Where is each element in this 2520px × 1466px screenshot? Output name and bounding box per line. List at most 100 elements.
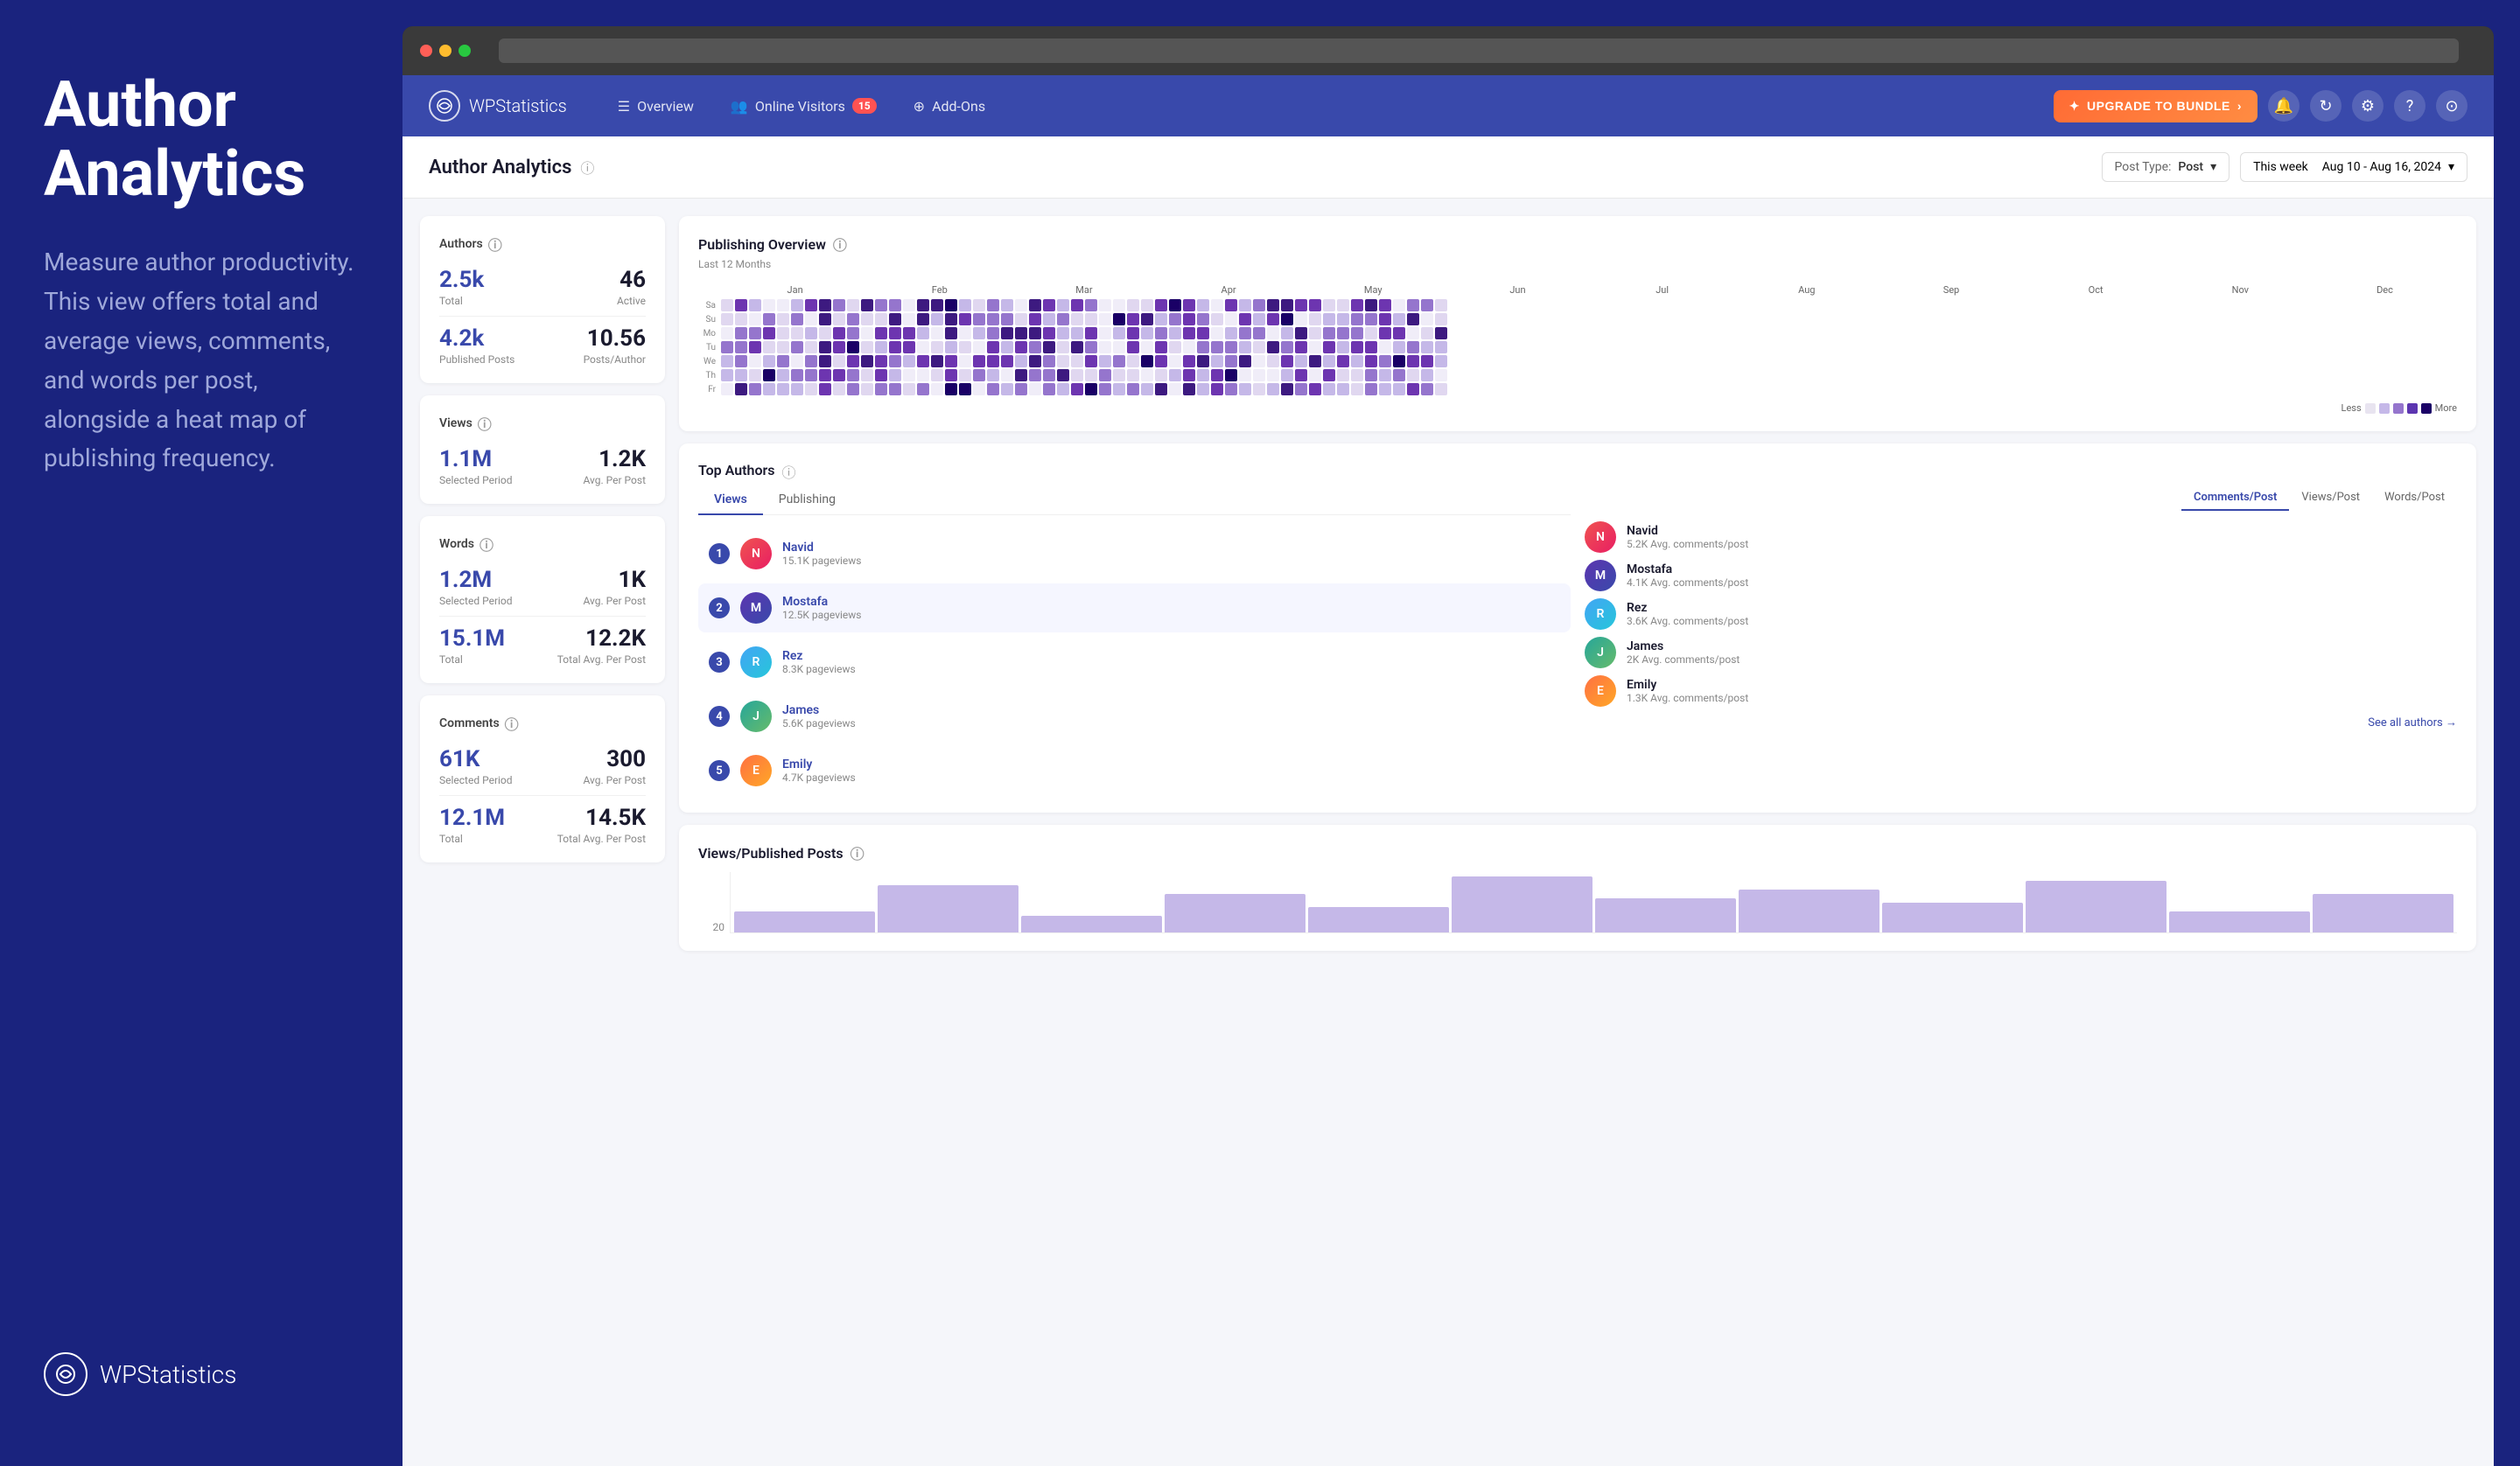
right-authors-list: N Navid 5.2K Avg. comments/post M Mostaf… [1585, 521, 2457, 707]
right-tab-views[interactable]: Views/Post [2289, 485, 2372, 511]
dashboard-grid: Authors ⓘ 2.5k Total 46 Active [402, 199, 2494, 1466]
words-info-icon[interactable]: ⓘ [480, 534, 494, 555]
publishing-info-icon[interactable]: ⓘ [833, 234, 847, 255]
main-area: Author Analytics ⓘ Post Type: Post ▾ Thi… [402, 136, 2494, 1466]
heatmap-cell [987, 369, 999, 381]
upgrade-button[interactable]: ✦ UPGRADE TO BUNDLE › [2054, 90, 2258, 122]
heatmap-cell [1001, 383, 1013, 395]
heatmap-cell [1239, 313, 1251, 325]
heatmap-cell [721, 341, 733, 353]
top-authors-title: Top Authors [698, 462, 775, 478]
date-range-control[interactable]: This week Aug 10 - Aug 16, 2024 ▾ [2240, 152, 2468, 182]
heatmap-cell [917, 313, 929, 325]
heatmap-row-tu: Tu [698, 341, 2457, 353]
heatmap-cell [875, 383, 887, 395]
page-title-info-icon[interactable]: ⓘ [580, 157, 594, 178]
user-icon[interactable]: ⊙ [2436, 90, 2468, 122]
upgrade-label: UPGRADE TO BUNDLE [2087, 99, 2230, 113]
heatmap-cell [1281, 369, 1293, 381]
heatmap-cell [1211, 341, 1223, 353]
left-author-row[interactable]: 4 J James 5.6K pageviews [698, 692, 1571, 741]
settings-icon[interactable]: ⚙ [2352, 90, 2384, 122]
help-icon[interactable]: ? [2394, 90, 2426, 122]
dot-red[interactable] [420, 45, 432, 57]
heatmap-cell [889, 327, 901, 339]
authors-total-label: Total [439, 295, 484, 307]
views-info-icon[interactable]: ⓘ [478, 413, 492, 434]
heatmap-cell [1435, 383, 1447, 395]
heatmap-cell [931, 299, 943, 311]
right-tab-words[interactable]: Words/Post [2372, 485, 2457, 511]
heatmap-row-sa: Sa [698, 299, 2457, 311]
heatmap-cell [1113, 383, 1125, 395]
refresh-icon[interactable]: ↻ [2310, 90, 2342, 122]
nav-item-online-visitors[interactable]: 👥 Online Visitors 15 [715, 91, 892, 122]
top-authors-info-icon[interactable]: ⓘ [782, 461, 796, 482]
nav-item-overview[interactable]: ☰ Overview [602, 91, 710, 122]
left-tabs-row: Views Publishing [698, 485, 1571, 515]
heatmap-cell [1155, 299, 1167, 311]
comments-total-avg-col: 14.5K Total Avg. Per Post [557, 805, 646, 845]
tab-publishing[interactable]: Publishing [763, 485, 851, 515]
heatmap-cell [777, 369, 789, 381]
heatmap-cell [1001, 341, 1013, 353]
heatmap-cell [945, 327, 957, 339]
heatmap-cell [931, 341, 943, 353]
heatmap-cell [1351, 313, 1363, 325]
chart-bar [2026, 881, 2166, 932]
left-author-row[interactable]: 1 N Navid 15.1K pageviews [698, 529, 1571, 578]
authors-active-value: 46 [620, 267, 646, 293]
heatmap-cell [1253, 383, 1265, 395]
heatmap-cell [1211, 299, 1223, 311]
month-label-may: May [1301, 284, 1446, 296]
tab-views[interactable]: Views [698, 485, 763, 515]
heatmap-cell [1435, 369, 1447, 381]
upgrade-icon: ✦ [2069, 99, 2080, 114]
views-published-info-icon[interactable]: ⓘ [850, 842, 864, 863]
heatmap-cell [1407, 369, 1419, 381]
see-all-link[interactable]: See all authors → [1585, 716, 2457, 730]
heatmap-cell [1127, 299, 1139, 311]
heatmap-cell [861, 299, 873, 311]
heatmap-cell [1351, 355, 1363, 367]
views-selected-value: 1.1M [439, 446, 513, 472]
notifications-icon[interactable]: 🔔 [2268, 90, 2300, 122]
heatmap-cell [1351, 299, 1363, 311]
heatmap-cell [1029, 383, 1041, 395]
heatmap-cell [1421, 341, 1433, 353]
heatmap-cell [777, 299, 789, 311]
heatmap-cell [1309, 327, 1321, 339]
comments-info-icon[interactable]: ⓘ [505, 713, 519, 734]
heatmap-cell [1239, 299, 1251, 311]
left-author-row[interactable]: 3 R Rez 8.3K pageviews [698, 638, 1571, 687]
right-tab-comments[interactable]: Comments/Post [2181, 485, 2289, 511]
heatmap-cell [1113, 327, 1125, 339]
left-author-row[interactable]: 2 M Mostafa 12.5K pageviews [698, 583, 1571, 632]
author-metric: 15.1K pageviews [782, 555, 1560, 567]
comments-row-2: 12.1M Total 14.5K Total Avg. Per Post [439, 805, 646, 845]
heatmap-cell [1029, 355, 1041, 367]
heatmap-cell [1183, 383, 1195, 395]
views-avg-col: 1.2K Avg. Per Post [583, 446, 646, 486]
views-selected-col: 1.1M Selected Period [439, 446, 513, 486]
browser-dots [420, 45, 471, 57]
heatmap-cell [1379, 355, 1391, 367]
comments-selected-col: 61K Selected Period [439, 746, 513, 786]
left-author-row[interactable]: 5 E Emily 4.7K pageviews [698, 746, 1571, 795]
heatmap-cell [833, 369, 845, 381]
heatmap-cell [1071, 383, 1083, 395]
dot-yellow[interactable] [439, 45, 452, 57]
authors-card-title: Authors ⓘ [439, 234, 646, 255]
heatmap-cell [945, 355, 957, 367]
heatmap-cell [1365, 369, 1377, 381]
dot-green[interactable] [458, 45, 471, 57]
right-author-name: Navid [1627, 524, 2457, 538]
heatmap-cell [903, 313, 915, 325]
nav-item-addons[interactable]: ⊕ Add-Ons [898, 91, 1001, 122]
heatmap-cell [875, 327, 887, 339]
heatmap-cell [749, 327, 761, 339]
post-type-select[interactable]: Post Type: Post ▾ [2102, 152, 2230, 182]
author-rank: 1 [709, 543, 730, 564]
authors-info-icon[interactable]: ⓘ [488, 234, 502, 255]
heatmap-cell [1015, 299, 1027, 311]
